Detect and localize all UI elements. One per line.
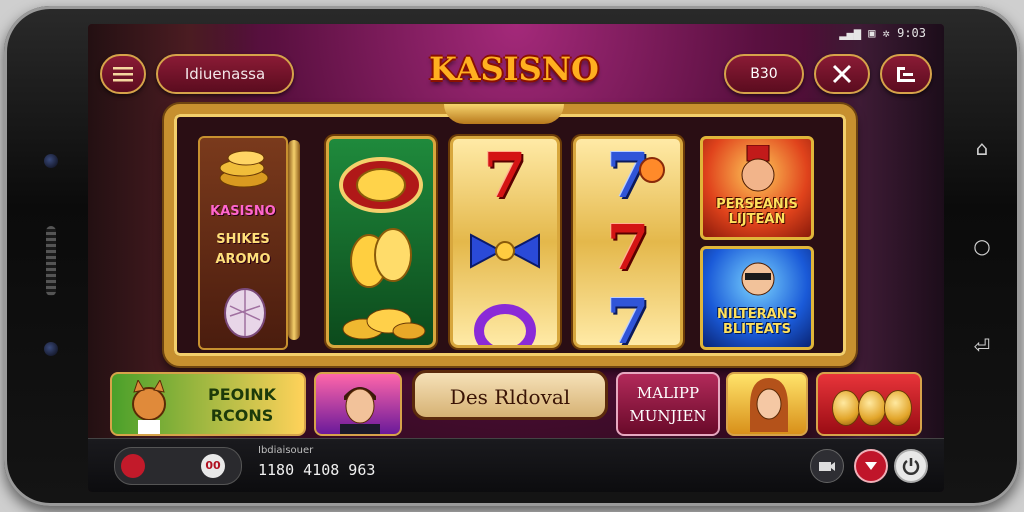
dog-icon [132,380,166,434]
speaker-grille [46,226,56,296]
camera-icon [819,462,835,471]
exit-icon [897,67,915,82]
left-panel-line1: KASISNO [210,204,276,219]
tools-button[interactable] [814,54,870,94]
man-portrait-icon [340,387,380,434]
menu-icon [113,67,133,82]
left-panel-line2: SHIKES AROMO [215,232,271,267]
status-bar: ▂▄▆ ▣ ✲ 9:03 [839,26,926,40]
coin-pile-icon [342,308,426,340]
reel-2: 7 [450,136,560,348]
red-seven-symbol: 7 [483,139,527,212]
coin-icon [858,390,886,426]
dropdown-button[interactable] [854,449,888,483]
game-tile-4[interactable]: MALIPP MUNJIEN [616,372,720,436]
home-icon[interactable]: ○ [970,234,994,258]
promo-card-2-title: NILTERANS BLITEATS [717,307,797,337]
chip-icon[interactable]: 00 [201,454,225,478]
game-tile-3[interactable]: Des Rldoval [412,370,608,420]
phone-frame: ⌂ ○ ⏎ ▂▄▆ ▣ ✲ 9:03 Idiuenassa KASISNO B3… [4,6,1020,506]
woman-portrait-icon [750,378,788,432]
app-logo: KASISNO [429,50,599,88]
coin-icon [884,390,912,426]
front-camera [44,154,58,168]
promo-card-1[interactable]: PERSEANIS LIJTEAN [700,136,814,240]
exit-button[interactable] [880,54,932,94]
game-tile-4-label: MALIPP MUNJIEN [629,384,707,425]
lever-bar[interactable] [288,140,300,340]
roulette-coin-icon [339,157,423,213]
left-info-panel: KASISNO SHIKES AROMO [198,136,288,350]
coin-balance-button[interactable]: B30 [724,54,804,94]
back-icon[interactable]: ⌂ [970,136,994,160]
power-button[interactable] [894,449,928,483]
game-tile-5[interactable] [726,372,808,436]
frame-crest [444,104,564,124]
gold-coins-icon [350,228,412,288]
candy-icon [639,157,665,183]
reel-3: 7 7 7 [573,136,683,348]
bet-control[interactable]: 00 [114,447,242,485]
camera-button[interactable] [810,449,844,483]
username-badge[interactable]: Idiuenassa [156,54,294,94]
bottom-bar: 00 Ibdiaisouer 1180 4108 963 [88,438,944,492]
purple-ring-icon [474,304,536,345]
game-screen: ▂▄▆ ▣ ✲ 9:03 Idiuenassa KASISNO B30 KASI… [88,24,944,492]
menu-button[interactable] [100,54,146,94]
account-number: 1180 4108 963 [258,461,376,479]
recents-icon[interactable]: ⏎ [970,334,994,358]
game-tile-6[interactable] [816,372,922,436]
username-label: Idiuenassa [184,65,266,83]
shell-icon [224,288,266,338]
game-tile-3-label: Des Rldoval [449,385,571,409]
coin-icon [832,390,860,426]
chevron-down-icon [865,462,877,470]
coin-balance-label: B30 [750,66,778,82]
game-tile-1-label: PEOINK RCONS [208,385,276,425]
account-label: Ibdiaisouer [258,445,314,456]
blue-seven-symbol-2: 7 [606,285,650,348]
game-tile-2[interactable] [314,372,402,436]
power-icon [902,458,920,475]
status-time: 9:03 [897,26,926,40]
minus-icon[interactable] [121,454,145,478]
red-seven-symbol-2: 7 [606,211,650,284]
character-portrait-icon [741,262,775,296]
character-portrait-icon [741,145,775,192]
gold-bars-icon [219,150,269,188]
tools-icon [832,64,852,84]
promo-card-2[interactable]: NILTERANS BLITEATS [700,246,814,350]
blue-bow-icon [470,233,540,269]
game-tile-1[interactable]: PEOINK RCONS [110,372,306,436]
promo-card-1-title: PERSEANIS LIJTEAN [716,197,798,227]
sensor [44,342,58,356]
reel-1 [326,136,436,348]
